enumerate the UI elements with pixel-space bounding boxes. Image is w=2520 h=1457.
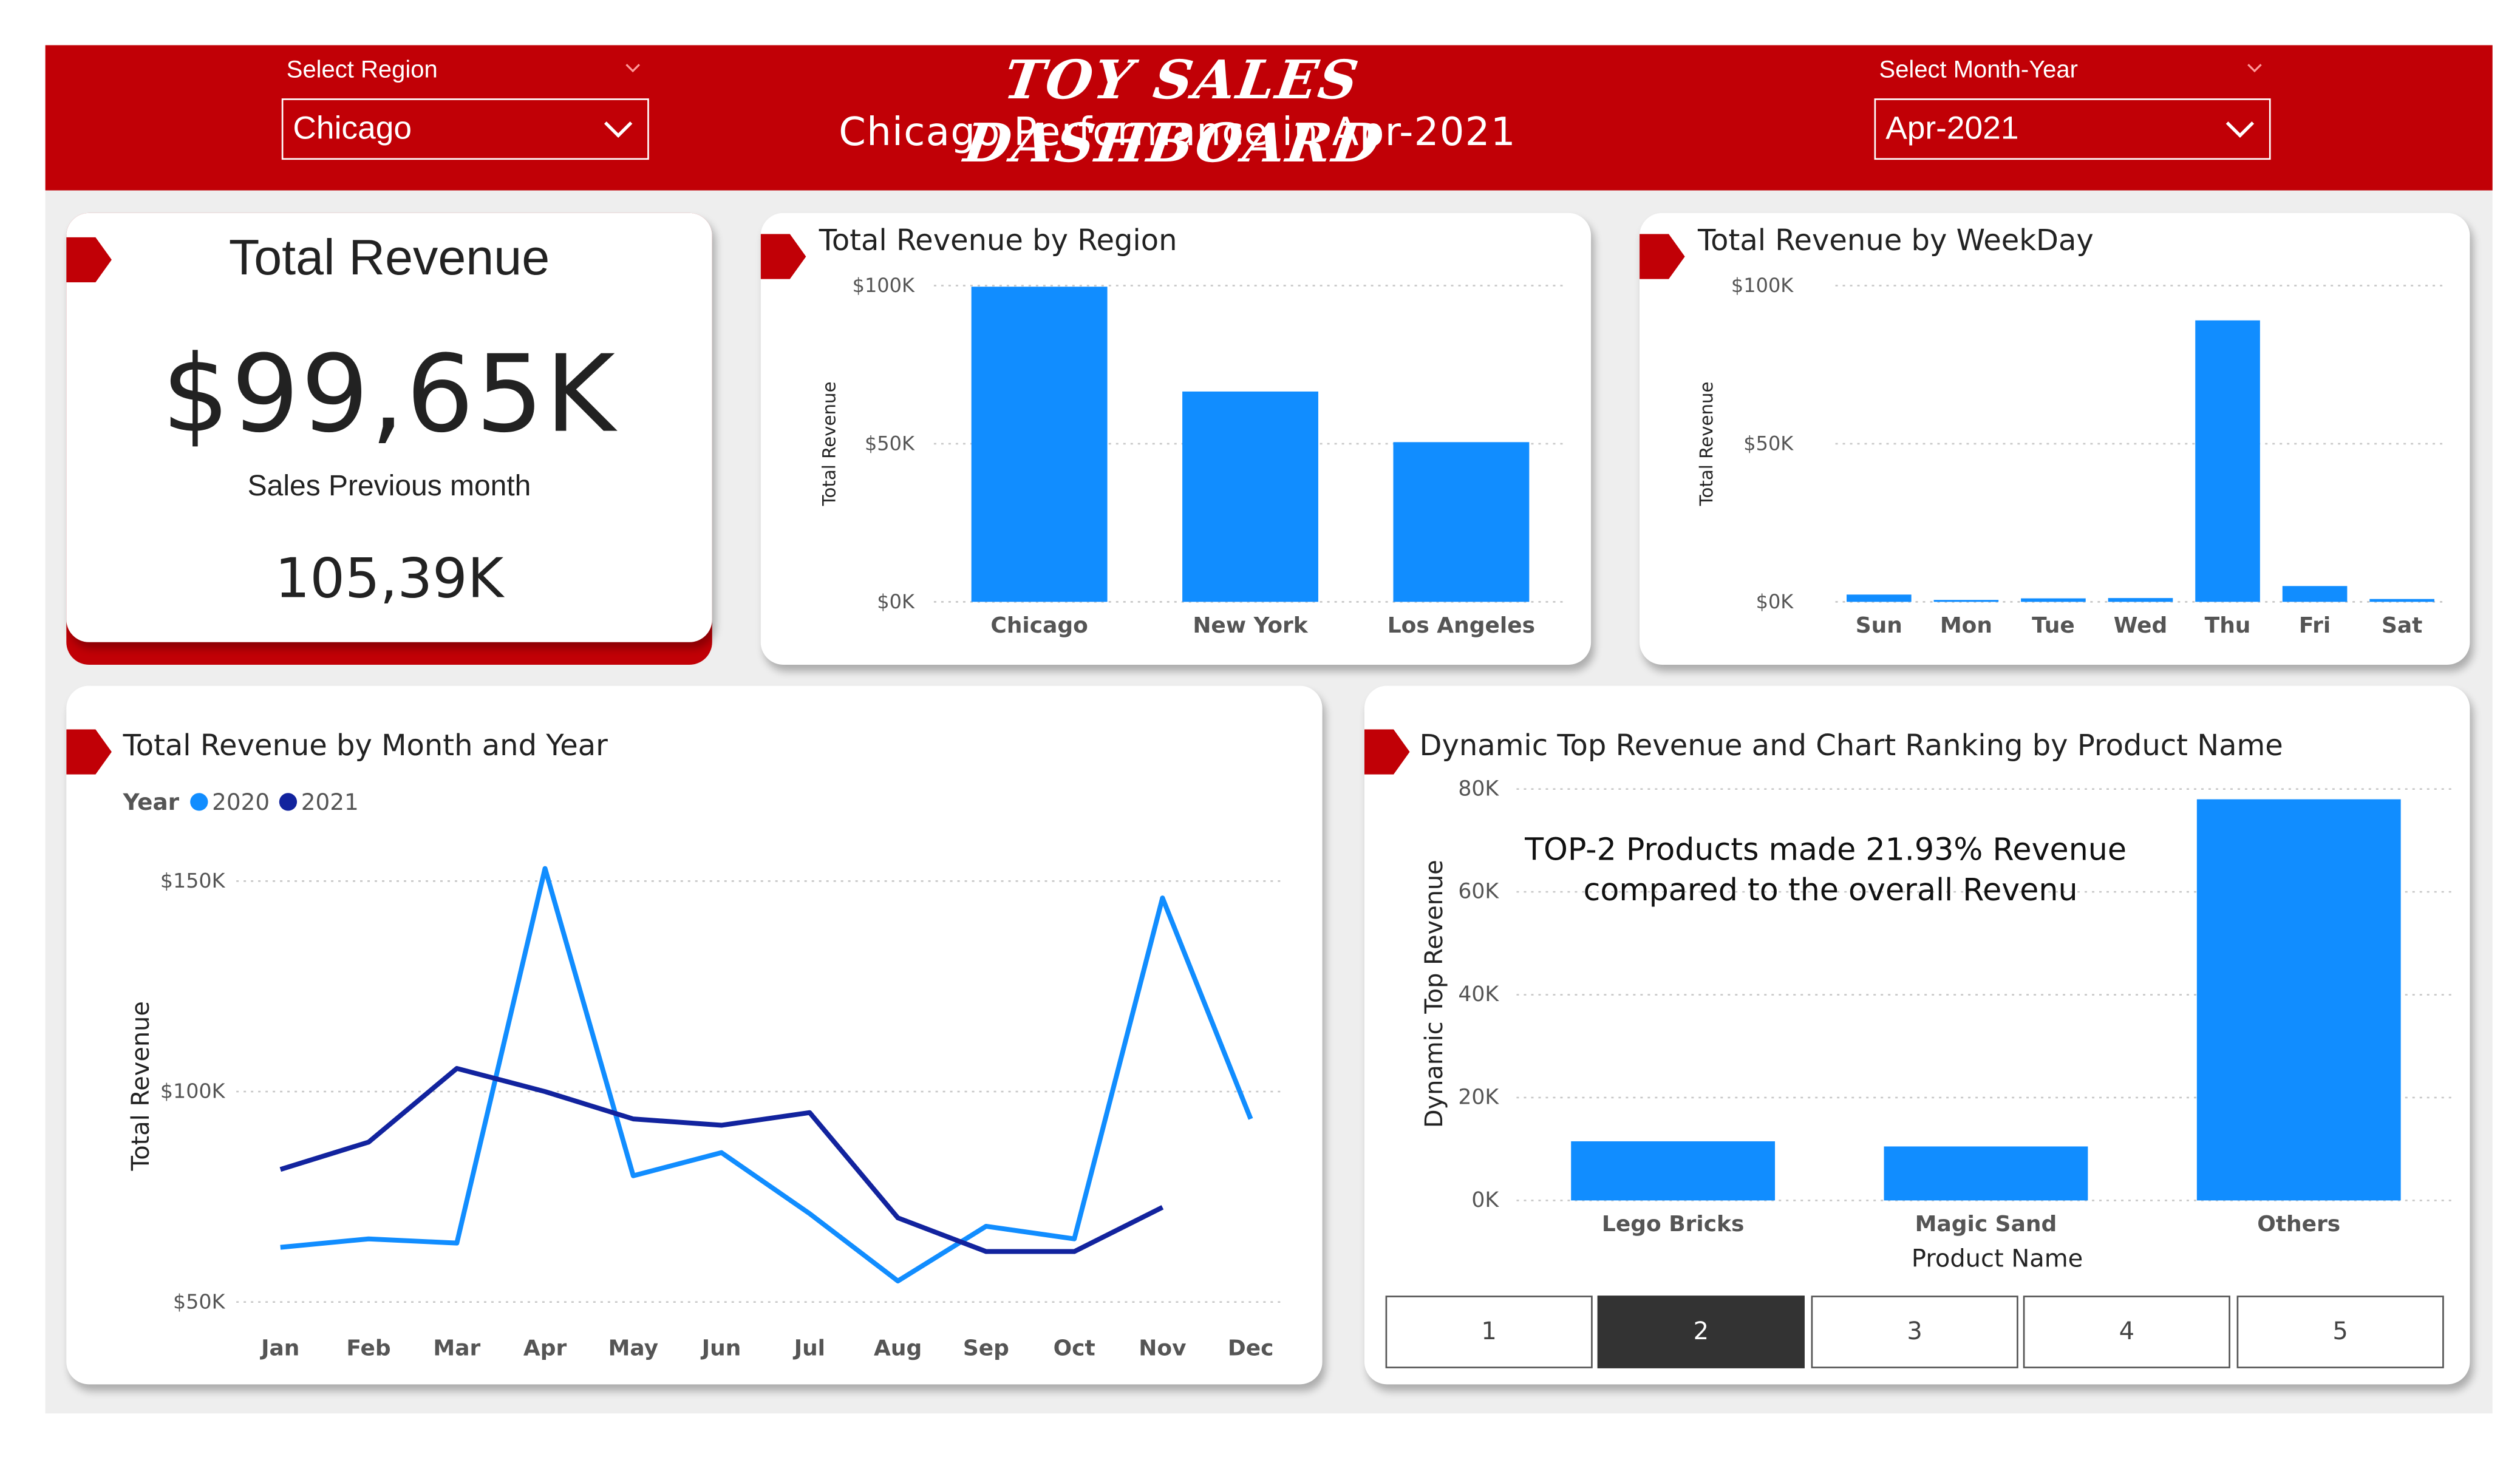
region-filter-label: Select Region — [286, 56, 438, 84]
dashboard-canvas: Select Region Chicago TOY SALES DASHBOAR… — [0, 0, 2520, 1457]
legend-label-2021: 2021 — [301, 789, 359, 815]
rank-button-3[interactable]: 3 — [1811, 1296, 2018, 1368]
x-tick-label: Sun — [1856, 613, 1902, 638]
x-axis-title: Product Name — [1912, 1245, 2083, 1272]
legend-marker-2021 — [279, 793, 298, 811]
bar-los-angeles — [1393, 442, 1530, 602]
x-tick-label: Apr — [523, 1336, 567, 1361]
legend-marker-2020 — [190, 793, 208, 811]
bar-mon — [1933, 600, 1999, 602]
kpi-title: Total Revenue — [228, 229, 550, 286]
bar-new-york — [1182, 391, 1318, 602]
annotation-line-1: TOP-2 Products made 21.93% Revenue — [1524, 832, 2127, 868]
x-tick-label: Jan — [259, 1336, 299, 1361]
bar-lego-bricks — [1571, 1141, 1776, 1201]
y-tick-label: $0K — [1756, 590, 1794, 613]
y-tick-label: 80K — [1458, 776, 1499, 801]
bar-wed — [2108, 598, 2173, 602]
x-tick-label: Aug — [874, 1336, 922, 1361]
y-axis-title: Dynamic Top Revenue — [1420, 860, 1448, 1128]
x-tick-label: Wed — [2114, 613, 2168, 638]
chevron-down-icon — [604, 121, 633, 138]
chevron-down-icon — [2225, 121, 2255, 138]
bar-chicago — [971, 287, 1108, 602]
y-tick-label: 60K — [1458, 880, 1499, 904]
region-select[interactable]: Chicago — [281, 98, 649, 160]
bar-tue — [2021, 598, 2086, 602]
x-tick-label: Sep — [963, 1336, 1009, 1361]
y-tick-label: $100K — [160, 1079, 226, 1103]
kpi-sub-label: Sales Previous month — [247, 469, 531, 502]
rank-button-4[interactable]: 4 — [2023, 1296, 2230, 1368]
y-tick-label: $100K — [1731, 274, 1794, 297]
month-select[interactable]: Apr-2021 — [1874, 98, 2271, 160]
x-tick-label: Nov — [1139, 1336, 1186, 1361]
chevron-down-icon[interactable] — [625, 59, 641, 76]
x-tick-label: Fri — [2299, 613, 2331, 638]
y-tick-label: $50K — [1743, 432, 1794, 455]
y-tick-label: $150K — [160, 869, 226, 892]
x-tick-label: Sat — [2382, 613, 2422, 638]
rank-button-5[interactable]: 5 — [2236, 1296, 2444, 1368]
x-tick-label: Tue — [2032, 613, 2075, 638]
y-tick-label: $100K — [853, 274, 915, 297]
x-tick-label: Jul — [792, 1336, 825, 1361]
bar-sun — [1847, 594, 1912, 602]
month-select-value: Apr-2021 — [1885, 111, 2019, 147]
kpi-value: $99,65K — [162, 332, 617, 457]
y-tick-label: $50K — [865, 432, 915, 455]
annotation-line-2: compared to the overall Revenu — [1584, 872, 2078, 908]
y-tick-label: 20K — [1458, 1085, 1499, 1110]
y-axis-title: Total Revenue — [1696, 381, 1717, 506]
x-tick-label: Thu — [2205, 613, 2251, 638]
rank-button-2[interactable]: 2 — [1597, 1296, 1805, 1368]
month-year-line-chart: $50K $100K $150K Jan Feb Mar Apr May Jun Jul Aug Se… — [123, 789, 1282, 1361]
x-tick-label: Feb — [346, 1336, 390, 1361]
kpi-prev-value: 105,39K — [274, 546, 504, 612]
month-filter-label: Select Month-Year — [1879, 56, 2078, 84]
bar-others — [2196, 799, 2401, 1201]
weekday-bar-chart: $0K $50K $100K Sun Mon Tue Wed Thu Fri Sat Total R… — [1696, 274, 2446, 638]
y-tick-label: $50K — [173, 1289, 226, 1313]
legend-title: Year — [123, 789, 180, 815]
series-line-2021 — [279, 1065, 1164, 1254]
x-tick-label: Chicago — [990, 613, 1088, 638]
x-tick-label: Jun — [700, 1336, 741, 1361]
x-tick-label: Dec — [1228, 1336, 1274, 1361]
region-select-value: Chicago — [293, 111, 412, 147]
x-tick-label: May — [608, 1336, 658, 1361]
y-tick-label: 0K — [1471, 1188, 1499, 1212]
x-tick-label: Oct — [1054, 1336, 1095, 1361]
x-tick-label: Mar — [433, 1336, 480, 1361]
chevron-down-icon[interactable] — [2247, 59, 2263, 76]
product-bar-chart: 0K 20K 40K 60K 80K Lego Bricks Magic Sand Other… — [1420, 776, 2456, 1272]
dashboard-subtitle: Chicago Performance in Apr-2021 — [839, 109, 1516, 155]
series-line-2020 — [280, 866, 1253, 1284]
y-tick-label: $0K — [877, 590, 915, 613]
x-tick-label: Magic Sand — [1915, 1212, 2057, 1237]
region-bar-chart: $0K $50K $100K Chicago New York Los Angeles To… — [819, 274, 1567, 638]
bar-magic-sand — [1884, 1146, 2088, 1201]
y-axis-title: Total Revenue — [819, 381, 839, 506]
x-tick-label: Los Angeles — [1388, 613, 1535, 638]
legend-label-2020: 2020 — [212, 789, 270, 815]
x-tick-label: Lego Bricks — [1602, 1212, 1744, 1237]
x-tick-label: Others — [2257, 1212, 2340, 1237]
bar-thu — [2195, 320, 2260, 602]
y-axis-title: Total Revenue — [127, 1001, 155, 1171]
x-tick-label: New York — [1193, 613, 1308, 638]
rank-button-1[interactable]: 1 — [1385, 1296, 1593, 1368]
bar-sat — [2369, 599, 2434, 602]
y-tick-label: 40K — [1458, 982, 1499, 1007]
x-tick-label: Mon — [1940, 613, 1992, 638]
bar-fri — [2282, 586, 2348, 602]
